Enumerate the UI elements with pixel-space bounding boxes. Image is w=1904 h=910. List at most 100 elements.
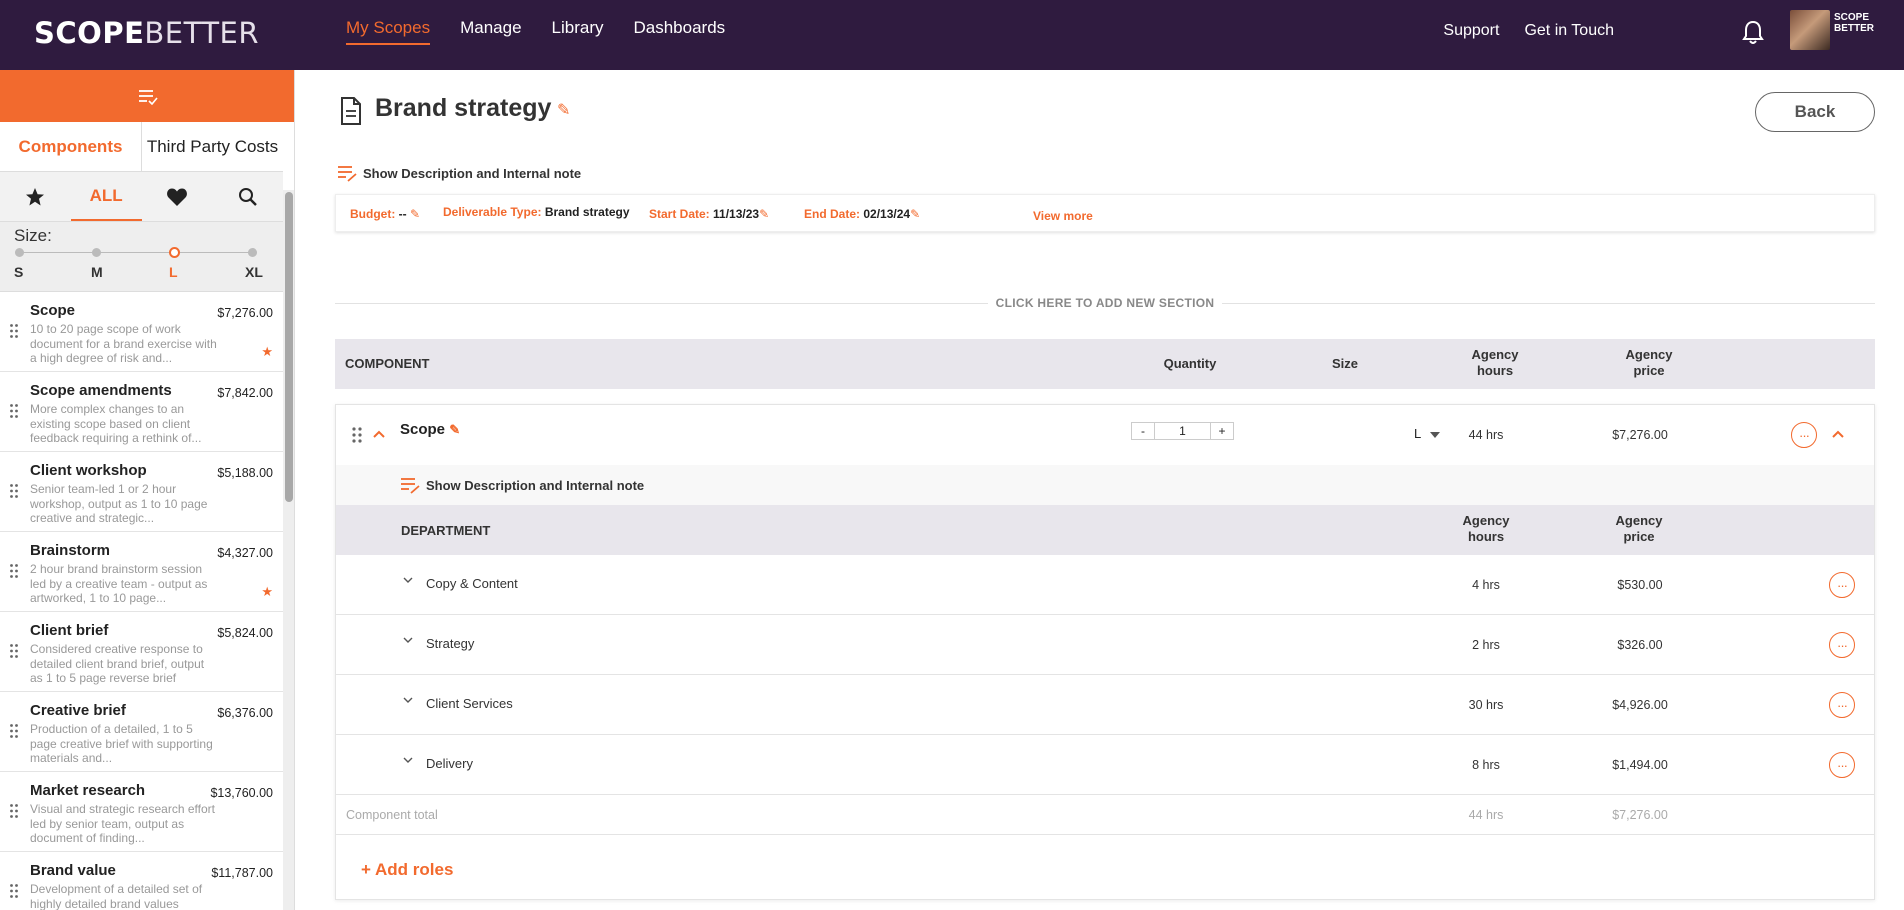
show-description-toggle[interactable]: Show Description and Internal note (337, 164, 581, 182)
collapse-chevron-up-icon[interactable] (372, 429, 386, 439)
total-price: $7,276.00 (1612, 808, 1668, 822)
drag-handle-icon[interactable] (10, 564, 18, 578)
sidebar-component-item[interactable]: Client brief $5,824.00 Considered creative… (0, 612, 283, 692)
sidebar-scrollbar[interactable] (283, 190, 294, 910)
department-price: $326.00 (1617, 638, 1663, 652)
expand-chevron-down-icon[interactable] (403, 577, 413, 583)
notes-icon (338, 166, 357, 182)
department-row: Strategy 2 hrs $326.00 ··· (336, 615, 1874, 675)
expand-chevron-down-icon[interactable] (403, 637, 413, 643)
department-more-options-icon[interactable]: ··· (1829, 632, 1855, 658)
drag-handle-icon[interactable] (10, 404, 18, 418)
filter-favorites[interactable] (142, 172, 213, 221)
size-dot-s[interactable] (15, 248, 24, 257)
drag-handle-icon[interactable] (10, 724, 18, 738)
add-roles-button[interactable]: + Add roles (361, 860, 453, 880)
list-check-icon[interactable] (137, 87, 159, 105)
component-description-bar: Show Description and Internal note (336, 465, 1874, 505)
drag-handle-icon[interactable] (10, 324, 18, 338)
sidebar-item-price: $5,188.00 (217, 466, 273, 480)
department-more-options-icon[interactable]: ··· (1829, 752, 1855, 778)
size-label: Size: (14, 226, 52, 245)
nav-dashboards[interactable]: Dashboards (634, 18, 726, 45)
user-avatar[interactable]: SCOPE BETTER (1790, 10, 1878, 52)
sidebar-item-title: Client workshop (30, 462, 147, 479)
component-collapse-chevron-icon[interactable] (1831, 429, 1845, 439)
sidebar-component-item[interactable]: Market research $13,760.00 Visual and stra… (0, 772, 283, 852)
drag-handle-icon[interactable] (10, 884, 18, 898)
sidebar-component-item[interactable]: Client workshop $5,188.00 Senior team-led … (0, 452, 283, 532)
department-price: $530.00 (1617, 578, 1663, 592)
drag-handle-icon[interactable] (10, 644, 18, 658)
edit-title-pencil-icon[interactable]: ✎ (557, 100, 570, 120)
sidebar-component-item[interactable]: Brand value $11,787.00 Development of a de… (0, 852, 283, 910)
dept-col-agency-price: Agency price (1615, 513, 1663, 544)
size-mark-xl: XL (245, 264, 263, 280)
sidebar-component-item[interactable]: Brainstorm $4,327.00 2 hour brand brainsto… (0, 532, 283, 612)
tab-third-party-costs[interactable]: Third Party Costs (142, 122, 283, 171)
drag-handle-icon[interactable] (10, 804, 18, 818)
scrollbar-thumb[interactable] (285, 192, 293, 502)
edit-component-pencil-icon[interactable]: ✎ (449, 422, 460, 437)
nav-my-scopes[interactable]: My Scopes (346, 18, 431, 45)
size-slider[interactable]: Size: S M L XL (0, 222, 283, 292)
document-icon (341, 97, 361, 125)
nav-get-in-touch[interactable]: Get in Touch (1524, 22, 1614, 40)
quantity-input[interactable]: 1 (1154, 423, 1211, 439)
nav-support[interactable]: Support (1443, 22, 1499, 40)
end-date-field[interactable]: End Date: 02/13/24✎ (804, 207, 920, 221)
size-dot-l[interactable] (169, 247, 180, 258)
primary-nav: My Scopes Manage Library Dashboards (346, 18, 725, 45)
nav-manage[interactable]: Manage (460, 18, 521, 45)
secondary-nav: Support Get in Touch (1443, 22, 1614, 40)
app-logo[interactable]: SCOPEBETTER (34, 16, 259, 50)
department-price: $1,494.00 (1612, 758, 1668, 772)
quantity-increment-button[interactable]: + (1211, 423, 1233, 439)
department-name: Strategy (426, 636, 475, 651)
nav-library[interactable]: Library (552, 18, 604, 45)
notification-bell-icon[interactable] (1741, 20, 1765, 46)
department-more-options-icon[interactable]: ··· (1829, 692, 1855, 718)
add-section-button[interactable]: CLICK HERE TO ADD NEW SECTION (295, 296, 1904, 310)
sidebar-item-description: Development of a detailed set of highly … (30, 882, 203, 910)
department-more-options-icon[interactable]: ··· (1829, 572, 1855, 598)
department-hours: 30 hrs (1468, 698, 1504, 712)
expand-chevron-down-icon[interactable] (403, 697, 413, 703)
sidebar-component-item[interactable]: Scope $7,276.00 10 to 20 page scope of wor… (0, 292, 283, 372)
department-header: DEPARTMENT Agency hours Agency price (336, 505, 1874, 555)
sidebar-header (0, 70, 294, 122)
budget-field[interactable]: Budget: -- ✎ (350, 207, 420, 221)
expand-chevron-down-icon[interactable] (403, 757, 413, 763)
scope-info-bar: Budget: -- ✎ Deliverable Type: Brand str… (335, 194, 1875, 232)
sidebar-component-item[interactable]: Scope amendments $7,842.00 More complex ch… (0, 372, 283, 452)
drag-handle-icon[interactable] (352, 427, 362, 443)
size-dot-m[interactable] (92, 248, 101, 257)
starred-icon[interactable]: ★ (261, 584, 273, 600)
sidebar-item-title: Market research (30, 782, 146, 799)
component-total-row: Component total 44 hrs $7,276.00 (336, 795, 1874, 835)
sidebar-item-price: $11,787.00 (211, 866, 273, 880)
col-component: COMPONENT (345, 356, 430, 371)
sidebar-component-item[interactable]: Creative brief $6,376.00 Production of a d… (0, 692, 283, 772)
starred-icon[interactable]: ★ (261, 344, 273, 360)
view-more-link[interactable]: View more (1033, 209, 1093, 223)
quantity-decrement-button[interactable]: - (1132, 423, 1154, 439)
notes-icon (401, 478, 420, 494)
filter-all[interactable]: ALL (70, 172, 142, 221)
component-more-options-icon[interactable]: ··· (1791, 422, 1817, 448)
size-track[interactable] (20, 252, 253, 253)
start-date-field[interactable]: Start Date: 11/13/23✎ (649, 207, 769, 221)
filter-starred[interactable] (0, 172, 71, 221)
size-dot-xl[interactable] (248, 248, 257, 257)
back-button[interactable]: Back (1755, 92, 1875, 132)
tab-components[interactable]: Components (0, 122, 142, 171)
edit-end-date-pencil-icon[interactable]: ✎ (910, 207, 920, 221)
drag-handle-icon[interactable] (10, 484, 18, 498)
sidebar-filters: ALL (0, 172, 283, 222)
filter-search[interactable] (212, 172, 283, 221)
top-navbar: SCOPEBETTER My Scopes Manage Library Das… (0, 0, 1904, 70)
edit-start-date-pencil-icon[interactable]: ✎ (759, 207, 769, 221)
edit-budget-pencil-icon[interactable]: ✎ (410, 207, 420, 221)
component-show-description-toggle[interactable]: Show Description and Internal note (400, 476, 644, 494)
dept-col-agency-hours: Agency hours (1462, 513, 1510, 544)
